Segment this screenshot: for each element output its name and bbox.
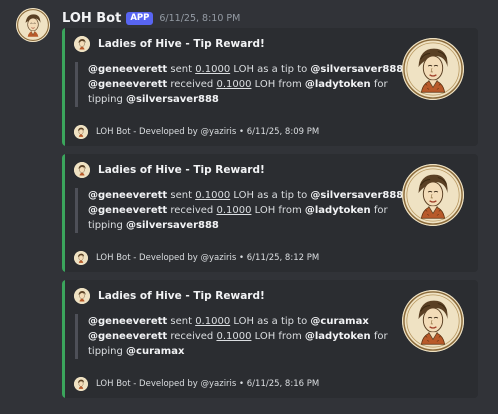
tipped-mention[interactable]: @curamax	[126, 346, 184, 357]
sender-mention[interactable]: @geneeverett	[88, 64, 167, 75]
bot-avatar[interactable]	[16, 8, 50, 42]
embed-footer: LOH Bot - Developed by @yaziris • 6/11/2…	[74, 125, 319, 139]
tip-received-line: @geneeverett received 0.1000 LOH from @l…	[88, 77, 388, 92]
embed-footer-text: LOH Bot - Developed by @yaziris • 6/11/2…	[96, 127, 320, 137]
static-text: received	[167, 79, 217, 90]
app-badge: APP	[126, 11, 154, 25]
embed-footer: LOH Bot - Developed by @yaziris • 6/11/2…	[74, 377, 319, 391]
static-text: LOH as a tip to	[230, 316, 311, 327]
recipient-mention[interactable]: @silversaver888	[310, 64, 403, 75]
sender-mention[interactable]: @geneeverett	[88, 316, 167, 327]
static-text: LOH from	[251, 205, 305, 216]
embed-accent-bar	[62, 154, 65, 272]
embed-description: @geneeverett sent 0.1000 LOH as a tip to…	[75, 188, 403, 233]
static-text: LOH as a tip to	[230, 64, 311, 75]
embed-accent-bar	[62, 280, 65, 398]
tip-amount: 0.1000	[195, 64, 231, 75]
static-text: for	[370, 331, 388, 342]
embed-title: Ladies of Hive - Tip Reward!	[98, 164, 265, 176]
recipient-mention[interactable]: @silversaver888	[310, 190, 403, 201]
static-text: sent	[167, 64, 196, 75]
reward-amount: 0.1000	[216, 79, 252, 90]
embed-footer-text: LOH Bot - Developed by @yaziris • 6/11/2…	[96, 379, 320, 389]
embed-thumbnail[interactable]	[402, 38, 464, 100]
embed-title: Ladies of Hive - Tip Reward!	[98, 290, 265, 302]
tip-sent-line: @geneeverett sent 0.1000 LOH as a tip to…	[88, 314, 388, 329]
lady-portrait-icon	[74, 36, 90, 52]
tip-embed: Ladies of Hive - Tip Reward! @geneeveret…	[62, 154, 478, 272]
bot-username[interactable]: LOH Bot	[62, 11, 121, 26]
static-text: received	[167, 331, 217, 342]
lady-portrait-icon	[402, 38, 464, 100]
embed-thumbnail[interactable]	[402, 290, 464, 352]
static-text: sent	[167, 190, 196, 201]
receiver-mention[interactable]: @geneeverett	[88, 331, 167, 342]
tip-embed: Ladies of Hive - Tip Reward! @geneeveret…	[62, 280, 478, 398]
message-timestamp[interactable]: 6/11/25, 8:10 PM	[159, 13, 240, 24]
static-text: sent	[167, 316, 196, 327]
static-text: LOH from	[251, 331, 305, 342]
embed-footer: LOH Bot - Developed by @yaziris • 6/11/2…	[74, 251, 319, 265]
receiver-mention[interactable]: @geneeverett	[88, 205, 167, 216]
lady-portrait-icon	[16, 8, 50, 42]
tipped-mention[interactable]: @silversaver888	[126, 220, 219, 231]
embed-thumbnail[interactable]	[402, 164, 464, 226]
from-mention[interactable]: @ladytoken	[305, 205, 371, 216]
from-mention[interactable]: @ladytoken	[305, 331, 371, 342]
tip-sent-line: @geneeverett sent 0.1000 LOH as a tip to…	[88, 62, 403, 77]
static-text: LOH from	[251, 79, 305, 90]
lady-portrait-icon	[74, 377, 88, 391]
static-text: for	[370, 205, 388, 216]
reward-amount: 0.1000	[216, 331, 252, 342]
tip-received-line: @geneeverett received 0.1000 LOH from @l…	[88, 203, 388, 218]
embed-description: @geneeverett sent 0.1000 LOH as a tip to…	[75, 314, 388, 359]
tipped-mention[interactable]: @silversaver888	[126, 94, 219, 105]
tip-amount: 0.1000	[195, 316, 231, 327]
tip-received-line: @geneeverett received 0.1000 LOH from @l…	[88, 329, 388, 344]
embed-footer-text: LOH Bot - Developed by @yaziris • 6/11/2…	[96, 253, 320, 263]
embed-author: Ladies of Hive - Tip Reward!	[74, 162, 265, 178]
embed-title: Ladies of Hive - Tip Reward!	[98, 38, 265, 50]
lady-portrait-icon	[74, 288, 90, 304]
embed-description: @geneeverett sent 0.1000 LOH as a tip to…	[75, 62, 403, 107]
lady-portrait-icon	[74, 162, 90, 178]
tipping-line: tipping @silversaver888	[88, 218, 388, 233]
tipping-line: tipping @silversaver888	[88, 92, 388, 107]
static-text: received	[167, 205, 217, 216]
tip-sent-line: @geneeverett sent 0.1000 LOH as a tip to…	[88, 188, 403, 203]
static-text: LOH as a tip to	[230, 190, 311, 201]
embed-accent-bar	[62, 28, 65, 146]
message-header: LOH Bot APP 6/11/25, 8:10 PM	[62, 9, 240, 27]
lady-portrait-icon	[74, 125, 88, 139]
receiver-mention[interactable]: @geneeverett	[88, 79, 167, 90]
tip-embed: Ladies of Hive - Tip Reward! @geneeveret…	[62, 28, 478, 146]
static-text: tipping	[88, 94, 127, 105]
reward-amount: 0.1000	[216, 205, 252, 216]
tipping-line: tipping @curamax	[88, 344, 388, 359]
from-mention[interactable]: @ladytoken	[305, 79, 371, 90]
lady-portrait-icon	[402, 164, 464, 226]
static-text: tipping	[88, 220, 127, 231]
embed-author: Ladies of Hive - Tip Reward!	[74, 36, 265, 52]
embed-author: Ladies of Hive - Tip Reward!	[74, 288, 265, 304]
tip-amount: 0.1000	[195, 190, 231, 201]
lady-portrait-icon	[74, 251, 88, 265]
static-text: for	[370, 79, 388, 90]
recipient-mention[interactable]: @curamax	[310, 316, 368, 327]
static-text: tipping	[88, 346, 127, 357]
lady-portrait-icon	[402, 290, 464, 352]
sender-mention[interactable]: @geneeverett	[88, 190, 167, 201]
